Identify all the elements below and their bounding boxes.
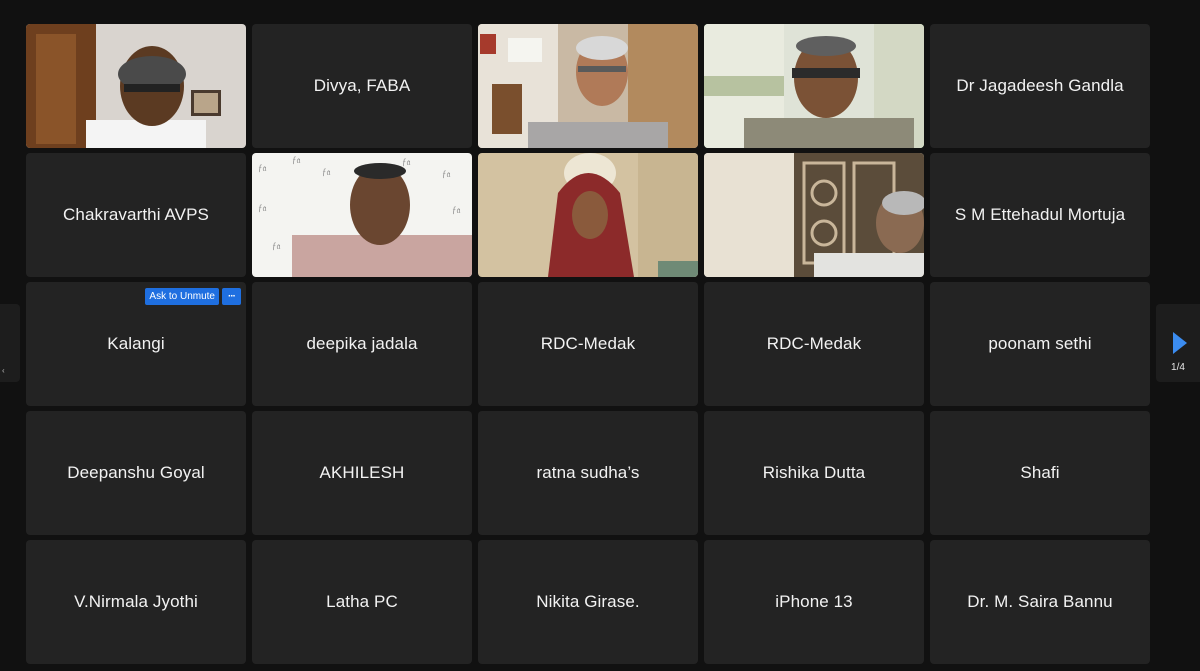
- participant-tile[interactable]: V.Nirmala Jyothi: [26, 540, 246, 664]
- participant-name: Shafi: [1020, 463, 1060, 482]
- participant-tile[interactable]: iPhone 13: [704, 540, 924, 664]
- participant-name: Nikita Girase.: [536, 592, 640, 611]
- svg-text:ƒ𝔞: ƒ𝔞: [442, 169, 451, 179]
- svg-text:ƒ𝔞: ƒ𝔞: [292, 155, 301, 165]
- participant-tile[interactable]: ƒ𝔞ƒ𝔞ƒ𝔞 ƒ𝔞ƒ𝔞ƒ𝔞 ƒ𝔞ƒ𝔞ƒ𝔞: [252, 153, 472, 277]
- svg-text:ƒ𝔞: ƒ𝔞: [272, 241, 281, 251]
- svg-text:ƒ𝔞: ƒ𝔞: [402, 157, 411, 167]
- participant-tile[interactable]: S M Ettehadul Mortuja: [930, 153, 1150, 277]
- tile-hover-controls: Ask to Unmute ···: [145, 288, 241, 305]
- participant-tile[interactable]: Rishika Dutta: [704, 411, 924, 535]
- participant-tile[interactable]: Divya, FABA: [252, 24, 472, 148]
- participant-video: [26, 24, 246, 148]
- participant-name: Deepanshu Goyal: [67, 463, 205, 482]
- participant-tile[interactable]: ratna sudha’s: [478, 411, 698, 535]
- participant-video: [478, 153, 698, 277]
- participant-name: Dr. M. Saira Bannu: [967, 592, 1113, 611]
- play-right-icon: [1173, 332, 1187, 354]
- participant-tile[interactable]: [704, 153, 924, 277]
- participant-tile[interactable]: AKHILESH: [252, 411, 472, 535]
- participant-name: Dr Jagadeesh Gandla: [956, 76, 1124, 95]
- participant-name: poonam sethi: [988, 334, 1092, 353]
- participant-name: deepika jadala: [306, 334, 418, 353]
- participant-name: Latha PC: [326, 592, 398, 611]
- next-page-button[interactable]: 1/4: [1156, 304, 1200, 382]
- participant-grid: Divya, FABA Dr Jagadeesh Gandla Chakrava…: [26, 24, 1150, 665]
- participant-tile[interactable]: Shafi: [930, 411, 1150, 535]
- participant-tile[interactable]: RDC-Medak: [478, 282, 698, 406]
- svg-text:ƒ𝔞: ƒ𝔞: [258, 203, 267, 213]
- svg-text:ƒ𝔞: ƒ𝔞: [258, 163, 267, 173]
- participant-tile[interactable]: Deepanshu Goyal: [26, 411, 246, 535]
- participant-tile[interactable]: Latha PC: [252, 540, 472, 664]
- participant-video: [704, 24, 924, 148]
- participant-tile[interactable]: poonam sethi: [930, 282, 1150, 406]
- participant-tile[interactable]: Dr. M. Saira Bannu: [930, 540, 1150, 664]
- participant-name: ratna sudha’s: [536, 463, 640, 482]
- participant-tile[interactable]: deepika jadala: [252, 282, 472, 406]
- participant-name: Rishika Dutta: [762, 463, 866, 482]
- ask-to-unmute-button[interactable]: Ask to Unmute: [145, 288, 219, 305]
- participant-name: V.Nirmala Jyothi: [74, 592, 198, 611]
- participant-tile[interactable]: [26, 24, 246, 148]
- participant-name: RDC-Medak: [766, 334, 862, 353]
- participant-tile[interactable]: Chakravarthi AVPS: [26, 153, 246, 277]
- participant-name: AKHILESH: [319, 463, 405, 482]
- participant-tile[interactable]: [478, 153, 698, 277]
- participant-tile[interactable]: Dr Jagadeesh Gandla: [930, 24, 1150, 148]
- participant-video: [478, 24, 698, 148]
- participant-name: RDC-Medak: [540, 334, 636, 353]
- participant-tile[interactable]: [478, 24, 698, 148]
- svg-text:ƒ𝔞: ƒ𝔞: [322, 167, 331, 177]
- participant-name: Kalangi: [107, 334, 165, 353]
- participant-name: S M Ettehadul Mortuja: [954, 205, 1126, 224]
- participant-name: Chakravarthi AVPS: [63, 205, 209, 224]
- participant-video: [704, 153, 924, 277]
- chevron-left-icon: ‹: [2, 366, 5, 375]
- participant-name: iPhone 13: [775, 592, 853, 611]
- page-indicator: 1/4: [1171, 362, 1185, 373]
- svg-text:ƒ𝔞: ƒ𝔞: [452, 205, 461, 215]
- participant-video: ƒ𝔞ƒ𝔞ƒ𝔞 ƒ𝔞ƒ𝔞ƒ𝔞 ƒ𝔞ƒ𝔞ƒ𝔞: [252, 153, 472, 277]
- participant-tile[interactable]: RDC-Medak: [704, 282, 924, 406]
- active-speaker-tile[interactable]: [704, 24, 924, 148]
- participant-tile[interactable]: Ask to Unmute ··· Kalangi: [26, 282, 246, 406]
- participant-tile[interactable]: Nikita Girase.: [478, 540, 698, 664]
- more-options-icon[interactable]: ···: [222, 288, 241, 305]
- previous-page-button[interactable]: ‹: [0, 304, 20, 382]
- participant-name: Divya, FABA: [313, 76, 411, 95]
- meeting-gallery-view: ‹ Divya, FABA Dr Jagadeesh Gandla Chakra…: [0, 0, 1200, 671]
